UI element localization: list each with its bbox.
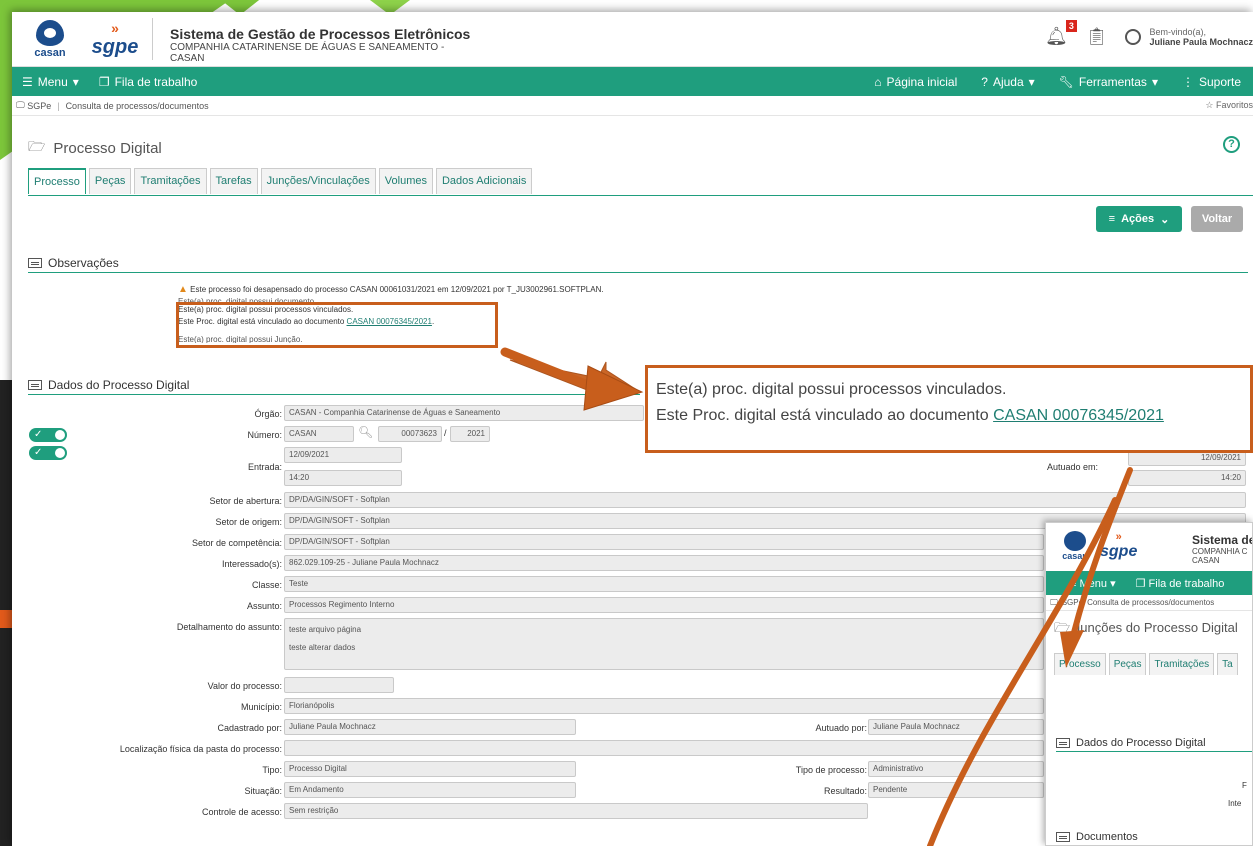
list-icon: ≡ [1108, 213, 1116, 225]
assunto-field: Processos Regimento Interno [284, 597, 1044, 613]
panel-icon [1056, 738, 1070, 748]
tab-juncoes-vinculacoes[interactable]: Junções/Vinculações [260, 168, 376, 194]
monitor-icon: 🖵︎ [1050, 597, 1058, 607]
tipo-field: Processo Digital [284, 761, 576, 777]
panel-icon [28, 380, 42, 390]
overlay-process-data-header: Dados do Processo Digital [1056, 737, 1252, 752]
tab-pecas[interactable]: Peças [88, 168, 132, 194]
warning-icon: ▲ [178, 284, 188, 295]
overlay-header: casan » sgpe Sistema de Gestão COMPANHIA… [1062, 531, 1252, 565]
cadastrado-field: Juliane Paula Mochnacz [284, 719, 576, 735]
numero-prefix-field: CASAN [284, 426, 354, 442]
numero-year-field: 2021 [450, 426, 490, 442]
tab-volumes[interactable]: Volumes [378, 168, 433, 194]
overlay-documents-header: Documentos [1056, 831, 1252, 845]
tab-tarefas[interactable]: Tarefas [209, 168, 258, 194]
interessados-field: 862.029.109-25 - Juliane Paula Mochnacz [284, 555, 1044, 571]
folder-open-icon: 🗁 [1054, 620, 1071, 635]
situacao-field: Em Andamento [284, 782, 576, 798]
juncoes-screenshot-overlay: casan » sgpe Sistema de Gestão COMPANHIA… [1045, 522, 1253, 846]
callout-document-link[interactable]: CASAN 00076345/2021 [993, 407, 1164, 424]
localizacao-field [284, 740, 1044, 756]
overlay-tabs: Processo Peças Tramitações Ta [1046, 641, 1252, 675]
water-drop-icon [1064, 531, 1086, 551]
controle-acesso-field: Sem restrição [284, 803, 868, 819]
overlay-breadcrumb: 🖵︎ SGPe Consulta de processos/documentos [1046, 595, 1252, 611]
numero-field: 00073623 [378, 426, 442, 442]
hamburger-icon: ≡ [1070, 577, 1077, 590]
tab-dados-adicionais[interactable]: Dados Adicionais [435, 168, 533, 194]
panel-icon [1056, 832, 1070, 842]
orgao-field: CASAN - Companhia Catarinense de Águas e… [284, 405, 644, 421]
autuado-time-field: 14:20 [1128, 470, 1246, 486]
classe-field: Teste [284, 576, 1044, 592]
tab-tramitacoes[interactable]: Tramitações [134, 168, 207, 194]
overlay-tab-truncated[interactable]: Ta [1217, 653, 1238, 675]
arrow-icon: » [1115, 531, 1122, 543]
overlay-tab-pecas[interactable]: Peças [1108, 653, 1147, 675]
overlay-queue-link[interactable]: ❐ Fila de trabalho [1136, 577, 1225, 590]
detalhamento-field: teste arquivo página teste alterar dados [284, 618, 1044, 670]
municipio-field: Florianópolis [284, 698, 1044, 714]
overlay-page-title: 🗁 Junções do Processo Digital [1054, 620, 1238, 635]
overlay-nav: ≡ Menu ▾ ❐ Fila de trabalho [1046, 571, 1252, 595]
overlay-tab-processo[interactable]: Processo [1054, 653, 1106, 675]
toggle-switch[interactable]: ✓ [29, 446, 67, 460]
highlight-box [176, 302, 498, 348]
zoom-callout: Este(a) proc. digital possui processos v… [645, 365, 1253, 453]
process-tabs: Processo Peças Tramitações Tarefas Junçõ… [28, 168, 533, 194]
tab-processo[interactable]: Processo [28, 168, 86, 194]
process-data-header: Dados do Processo Digital [28, 378, 640, 395]
tab-underline [28, 195, 1253, 196]
search-icon[interactable]: 🔍︎ [358, 425, 373, 439]
entrada-time-field: 14:20 [284, 470, 402, 486]
setor-competencia-field: DP/DA/GIN/SOFT - Softplan [284, 534, 1044, 550]
autuado-por-field: Juliane Paula Mochnacz [868, 719, 1044, 735]
chevron-down-icon: ⌄ [1160, 213, 1170, 226]
tipo-processo-field: Administrativo [868, 761, 1044, 777]
window-icon: ❐ [1135, 577, 1146, 590]
back-button[interactable]: Voltar [1191, 206, 1243, 232]
setor-abertura-field: DP/DA/GIN/SOFT - Softplan [284, 492, 1246, 508]
overlay-tab-tramitacoes[interactable]: Tramitações [1149, 653, 1215, 675]
panel-icon [28, 258, 42, 268]
actions-button[interactable]: ≡ Ações ⌄ [1096, 206, 1182, 232]
observations-header: Observações [28, 256, 1248, 273]
folder-open-icon: 🗁 [28, 138, 46, 154]
page-title: 🗁 Processo Digital [28, 136, 162, 160]
valor-field [284, 677, 394, 693]
entrada-date-field: 12/09/2021 [284, 447, 402, 463]
overlay-menu-button[interactable]: ≡ Menu ▾ [1070, 577, 1116, 590]
help-icon[interactable]: ? [1223, 136, 1240, 153]
resultado-field: Pendente [868, 782, 1044, 798]
